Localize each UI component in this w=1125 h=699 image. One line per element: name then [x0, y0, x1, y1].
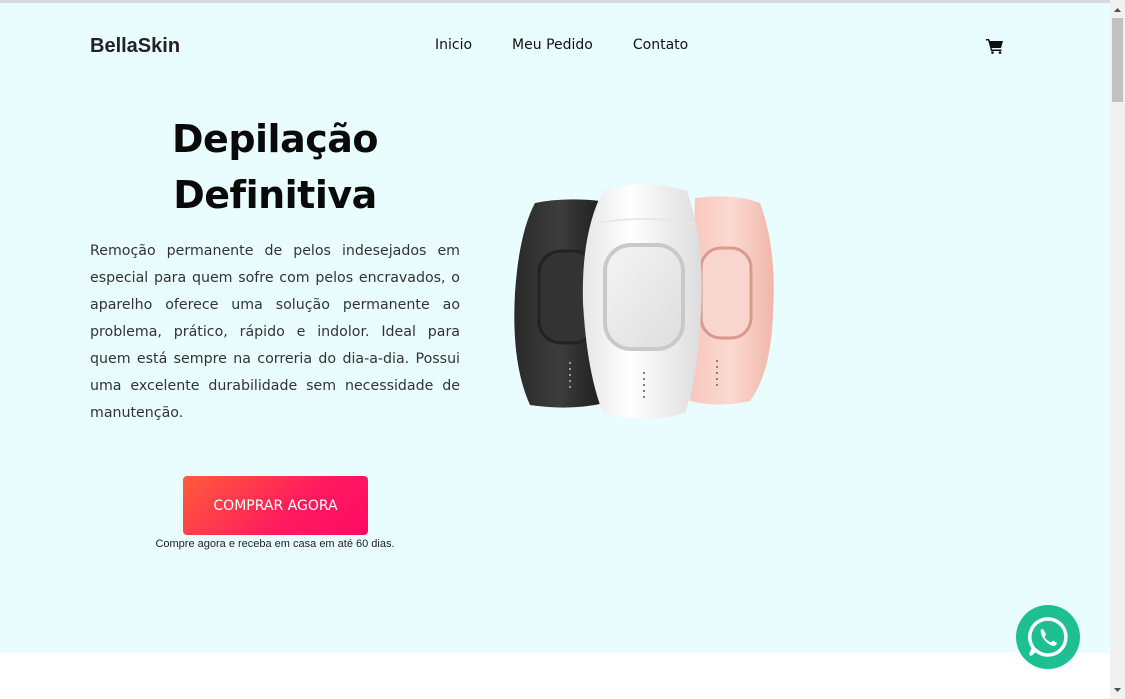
- page-scrollbar[interactable]: [1110, 0, 1125, 699]
- nav-link-inicio[interactable]: Inicio: [435, 37, 472, 53]
- hero-section: BellaSkin Inicio Meu Pedido Contato Depi…: [0, 3, 1110, 653]
- hero-title-line1: Depilação: [172, 117, 378, 161]
- whatsapp-icon: [1028, 617, 1068, 657]
- buy-now-button[interactable]: COMPRAR AGORA: [183, 476, 368, 535]
- site-logo[interactable]: BellaSkin: [90, 35, 180, 58]
- nav-link-meu-pedido[interactable]: Meu Pedido: [512, 37, 593, 53]
- delivery-note: Compre agora e receba em casa em até 60 …: [155, 538, 395, 550]
- shopping-cart-icon[interactable]: [986, 38, 1004, 54]
- nav-link-contato[interactable]: Contato: [633, 37, 688, 53]
- scroll-up-arrow-icon[interactable]: [1110, 4, 1125, 16]
- hero-title-line2: Definitiva: [173, 173, 377, 217]
- main-nav: Inicio Meu Pedido Contato: [435, 37, 728, 53]
- hero-description: Remoção permanente de pelos indesejados …: [90, 243, 460, 421]
- product-image: [514, 184, 774, 419]
- next-section: [0, 653, 1110, 699]
- scrollbar-thumb[interactable]: [1112, 18, 1123, 102]
- whatsapp-button[interactable]: [1016, 605, 1080, 669]
- scroll-down-arrow-icon[interactable]: [1110, 684, 1125, 696]
- hero-title: Depilação Definitiva: [90, 111, 460, 223]
